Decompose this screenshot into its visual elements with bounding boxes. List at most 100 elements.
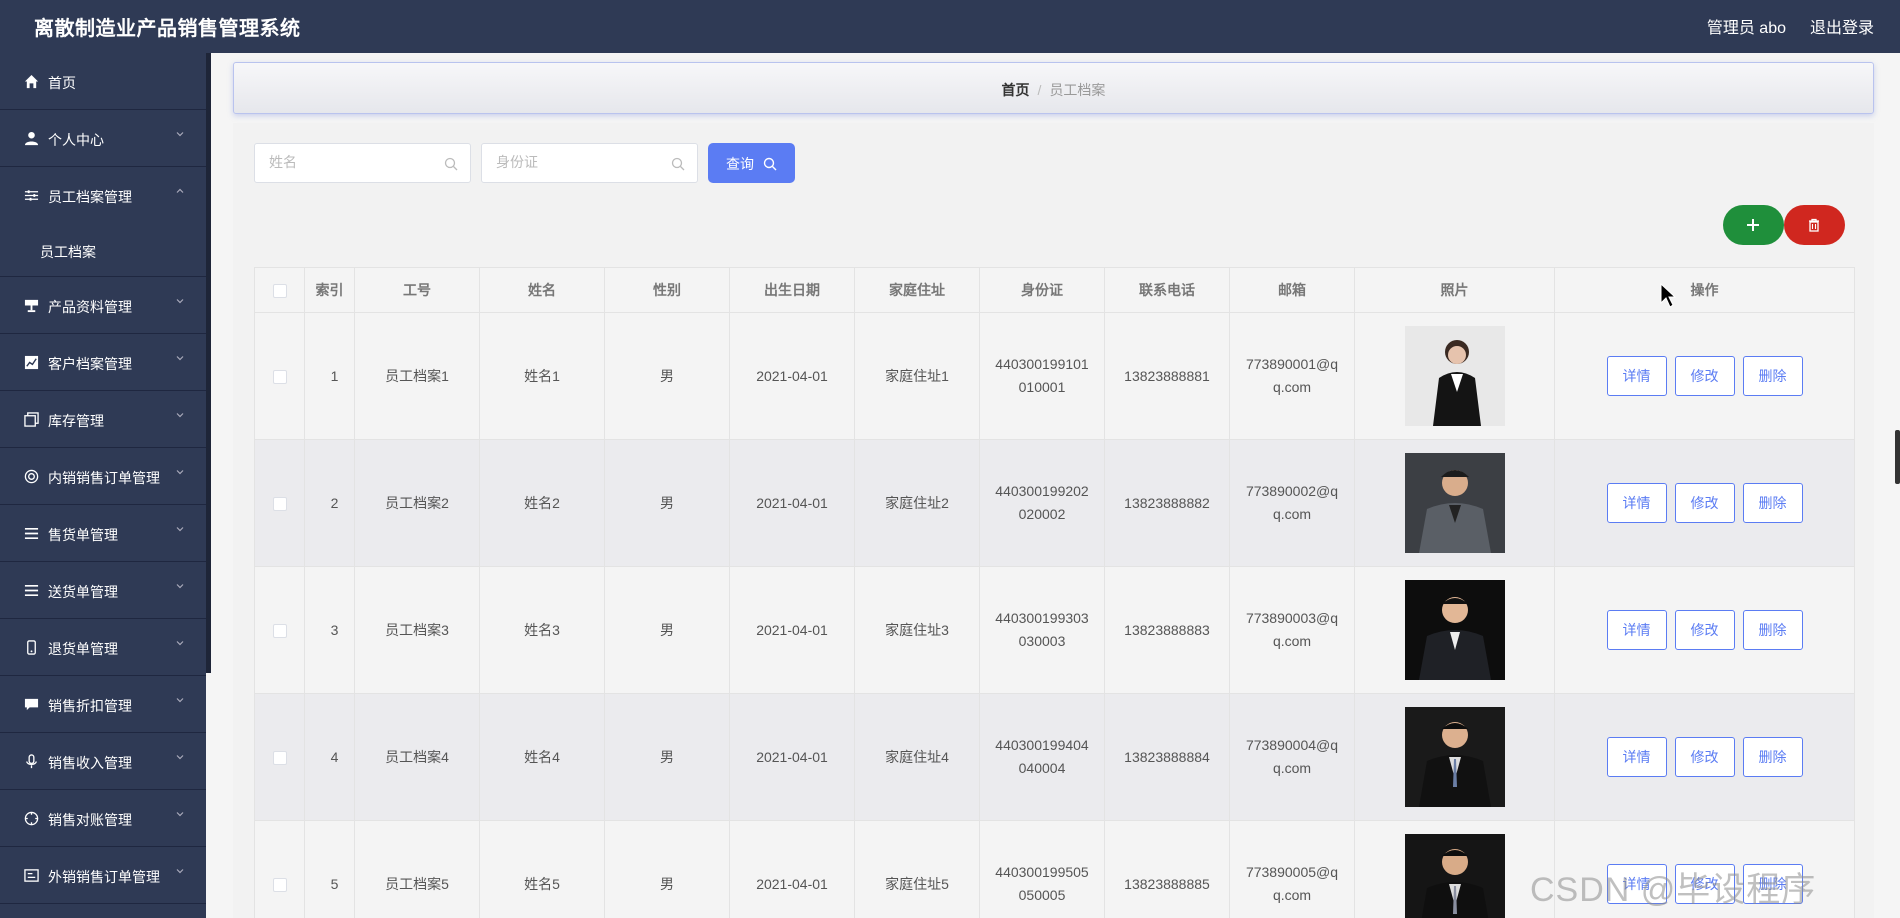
detail-button[interactable]: 详情 [1606, 356, 1667, 396]
col-header: 家庭住址 [854, 267, 980, 313]
chevron-down-icon [176, 527, 184, 532]
target-icon [24, 811, 39, 826]
query-button[interactable]: 查询 [708, 143, 795, 183]
sidebar-item-domestic-orders[interactable]: 内销销售订单管理 [0, 448, 206, 505]
add-button[interactable] [1723, 205, 1784, 245]
name-search-input[interactable] [269, 154, 439, 170]
cell-employee-id: 员工档案2 [354, 439, 480, 567]
chevron-down-icon [176, 470, 184, 475]
sidebar-item-revenue[interactable]: 销售收入管理 [0, 733, 206, 790]
idcard-search-input[interactable] [496, 154, 666, 170]
page-scrollbar[interactable] [1895, 430, 1900, 484]
idcard-line: 440300199202 [995, 483, 1089, 499]
table-row: 3 员工档案3 姓名3 男 2021-04-01 家庭住址3 440300199… [254, 566, 1855, 694]
email-line: 773890005@q [1245, 864, 1339, 880]
cell-phone: 13823888885 [1104, 820, 1230, 918]
select-all-checkbox[interactable] [272, 284, 287, 299]
detail-button[interactable]: 详情 [1606, 610, 1667, 650]
sidebar-item-label: 客户档案管理 [48, 356, 132, 372]
admin-user-label: 管理员 abo [1706, 20, 1786, 37]
sidebar-item-inventory[interactable]: 库存管理 [0, 391, 206, 448]
sidebar-item-reconciliation[interactable]: 销售对账管理 [0, 790, 206, 847]
cell-email: 773890002@q q.com [1229, 439, 1355, 567]
top-bar: 离散制造业产品销售管理系统 管理员 abo 退出登录 [0, 0, 1900, 53]
row-checkbox[interactable] [272, 750, 287, 765]
row-checkbox[interactable] [272, 496, 287, 511]
employee-photo [1404, 453, 1505, 553]
sidebar-item-customer[interactable]: 客户档案管理 [0, 334, 206, 391]
cell-actions: 详情 修改 删除 [1554, 312, 1855, 440]
detail-button[interactable]: 详情 [1606, 483, 1667, 523]
sidebar-item-delivery[interactable]: 送货单管理 [0, 562, 206, 619]
row-select-cell [254, 693, 305, 821]
edit-button[interactable]: 修改 [1674, 610, 1735, 650]
cell-gender: 男 [604, 439, 730, 567]
col-header: 性别 [604, 267, 730, 313]
cell-birth-date: 2021-04-01 [729, 820, 855, 918]
sidebar-scrollbar[interactable] [206, 53, 211, 673]
detail-button[interactable]: 详情 [1606, 737, 1667, 777]
edit-button[interactable]: 修改 [1674, 737, 1735, 777]
chevron-down-icon [176, 812, 184, 817]
trash-icon [1809, 218, 1819, 232]
row-checkbox[interactable] [272, 623, 287, 638]
cell-index: 5 [304, 820, 355, 918]
employee-table: 索引 工号 姓名 性别 出生日期 家庭住址 身份证 联系电话 邮箱 照片 操作 … [254, 267, 1855, 918]
email-line: 773890001@q [1245, 356, 1339, 372]
sidebar-item-product[interactable]: 产品资料管理 [0, 277, 206, 334]
sidebar-subitem-employee-archive[interactable]: 员工档案 [0, 224, 206, 277]
sidebar-item-personal-center[interactable]: 个人中心 [0, 110, 206, 167]
cell-gender: 男 [604, 693, 730, 821]
employee-photo [1404, 834, 1505, 918]
cell-gender: 男 [604, 312, 730, 440]
cell-index: 3 [304, 566, 355, 694]
list-icon [24, 584, 39, 597]
sidebar-item-home[interactable]: 首页 [0, 53, 206, 110]
delete-button[interactable]: 删除 [1742, 483, 1803, 523]
row-checkbox[interactable] [272, 877, 287, 892]
breadcrumb-home[interactable]: 首页 [1002, 82, 1030, 98]
chevron-down-icon [176, 132, 184, 137]
idcard-search-field[interactable] [481, 143, 698, 183]
delete-button[interactable]: 删除 [1742, 356, 1803, 396]
chevron-down-icon [176, 698, 184, 703]
row-checkbox[interactable] [272, 369, 287, 384]
cell-photo [1354, 439, 1555, 567]
mouse-cursor-icon [1660, 283, 1676, 308]
plus-icon [1747, 219, 1759, 231]
edit-button[interactable]: 修改 [1674, 483, 1735, 523]
cell-name: 姓名3 [479, 566, 605, 694]
app-title: 离散制造业产品销售管理系统 [34, 18, 301, 40]
cell-address: 家庭住址1 [854, 312, 980, 440]
sidebar-item-label: 产品资料管理 [48, 299, 132, 315]
idcard-line: 440300199101 [995, 356, 1089, 372]
delete-button[interactable]: 删除 [1742, 737, 1803, 777]
cell-index: 4 [304, 693, 355, 821]
name-search-field[interactable] [254, 143, 471, 183]
cell-photo [1354, 693, 1555, 821]
email-line: q.com [1272, 633, 1312, 649]
row-select-cell [254, 566, 305, 694]
batch-delete-button[interactable] [1784, 205, 1845, 245]
delete-button[interactable]: 删除 [1742, 610, 1803, 650]
sidebar-subitem-label: 员工档案 [40, 244, 96, 260]
col-header: 姓名 [479, 267, 605, 313]
search-icon [671, 157, 685, 171]
idcard-line: 040004 [1018, 760, 1066, 776]
sidebar-item-returns[interactable]: 退货单管理 [0, 619, 206, 676]
sidebar-item-employee-archive[interactable]: 员工档案管理 [0, 167, 206, 224]
logout-link[interactable]: 退出登录 [1810, 14, 1874, 38]
cell-name: 姓名5 [479, 820, 605, 918]
sidebar-item-discount[interactable]: 销售折扣管理 [0, 676, 206, 733]
col-header: 操作 [1554, 267, 1855, 313]
sidebar-item-label: 首页 [48, 75, 76, 91]
edit-button[interactable]: 修改 [1674, 356, 1735, 396]
sidebar-item-label: 内销销售订单管理 [48, 470, 160, 486]
cell-photo [1354, 820, 1555, 918]
sidebar-item-export-orders[interactable]: 外销销售订单管理 [0, 847, 206, 904]
sidebar-item-sales-slip[interactable]: 售货单管理 [0, 505, 206, 562]
cell-name: 姓名2 [479, 439, 605, 567]
circle-icon [24, 469, 39, 484]
idcard-line: 010001 [1018, 379, 1066, 395]
cell-phone: 13823888881 [1104, 312, 1230, 440]
